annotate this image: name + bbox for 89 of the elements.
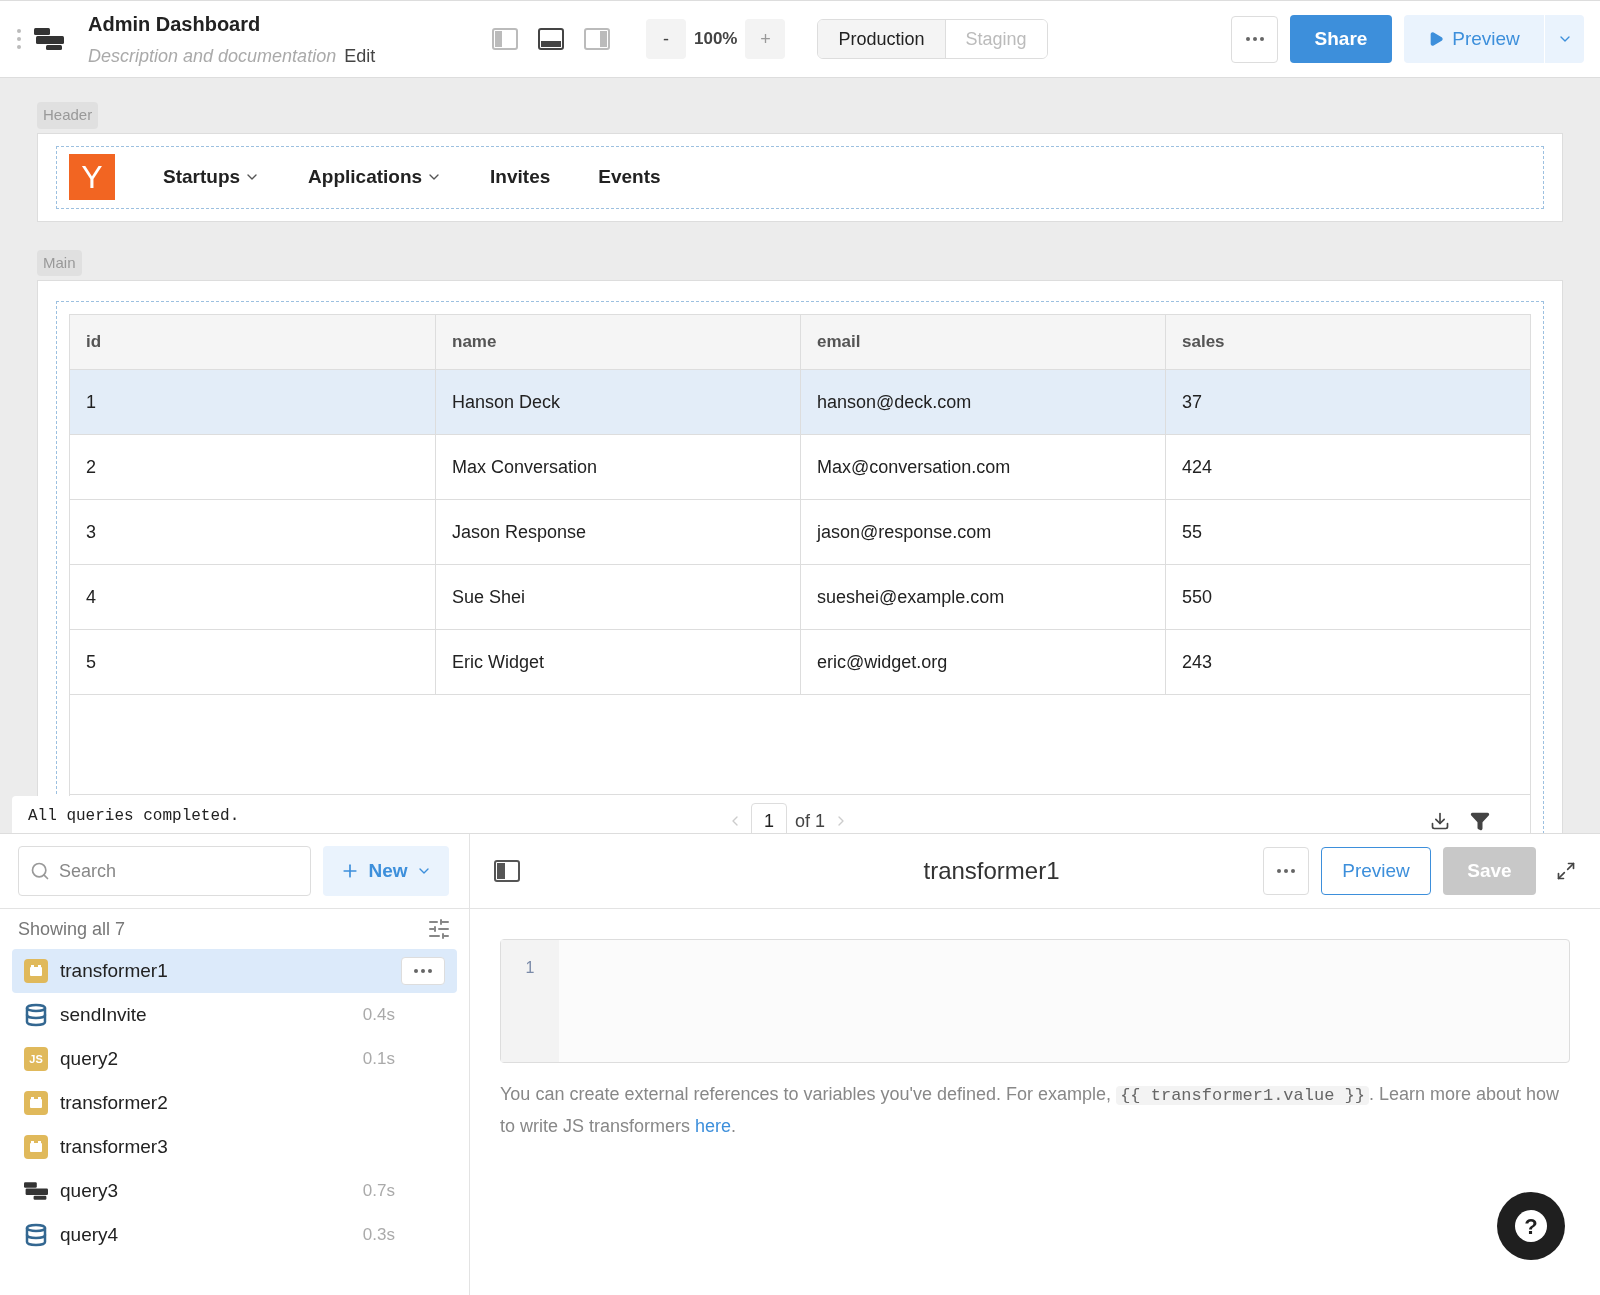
database-icon xyxy=(24,1003,48,1027)
app-title: Admin Dashboard xyxy=(88,11,262,37)
table-cell-text: 4 xyxy=(85,585,97,609)
query-name: query4 xyxy=(60,1222,120,1247)
help-text: You can create external references to variables you've defined. For example, {{ transformer1.value }} . Learn more about how to write JS transformers here. xyxy=(500,1083,1561,1138)
logo-badge: Y xyxy=(69,154,115,200)
query-time: 0.1s xyxy=(362,1048,395,1071)
query-menu-button[interactable] xyxy=(401,957,445,985)
query-item[interactable]: transformer1 xyxy=(12,949,457,993)
logo-icon xyxy=(24,1179,48,1203)
table-cell-text: 3 xyxy=(85,520,97,544)
nav-item[interactable]: Applications xyxy=(308,162,443,192)
query-item[interactable]: query4 0.3s xyxy=(12,1213,457,1257)
query-time: 0.3s xyxy=(362,1224,395,1247)
nav-item[interactable]: Events xyxy=(598,162,661,192)
query-count: Showing all 7 xyxy=(18,917,126,941)
column-header[interactable]: id xyxy=(70,315,435,369)
query-name: query2 xyxy=(60,1046,120,1071)
page-field[interactable]: 1 xyxy=(751,802,787,833)
more-icon xyxy=(414,969,432,973)
query-name: query3 xyxy=(60,1178,120,1203)
table-cell: 55 xyxy=(1165,500,1530,564)
edit-link[interactable]: Edit xyxy=(344,42,376,70)
play-icon xyxy=(1428,31,1445,47)
transformer-icon xyxy=(24,959,48,983)
environment-tab[interactable]: Production xyxy=(818,20,945,58)
table-cell-text: 2 xyxy=(85,455,97,479)
table-row[interactable]: 4 Sue Shei sueshei@example.com 550 xyxy=(70,565,1530,630)
query-item[interactable]: sendInvite 0.4s xyxy=(12,993,457,1037)
sidebar-toggle-icon[interactable] xyxy=(494,860,520,882)
zoom-level: 100% xyxy=(694,28,738,51)
database-icon xyxy=(24,1223,48,1247)
transformer-icon xyxy=(24,1135,48,1159)
query-item[interactable]: transformer3 xyxy=(12,1125,457,1169)
column-header[interactable]: email xyxy=(800,315,1165,369)
table-cell: 424 xyxy=(1165,435,1530,499)
zoom-out-button[interactable]: - xyxy=(646,19,686,59)
query-item[interactable]: JS query2 0.1s xyxy=(12,1037,457,1081)
query-item[interactable]: query3 0.7s xyxy=(12,1169,457,1213)
query-name: transformer3 xyxy=(60,1134,169,1159)
section-label: Main xyxy=(37,249,82,276)
table-row[interactable]: 1 Hanson Deck hanson@deck.com 37 xyxy=(70,370,1530,435)
table-cell: Sue Shei xyxy=(435,565,800,629)
table-cell: jason@response.com xyxy=(800,500,1165,564)
editor-title: transformer1 xyxy=(922,856,1061,886)
column-header[interactable]: name xyxy=(435,315,800,369)
table-cell: Jason Response xyxy=(435,500,800,564)
table-cell-text: 5 xyxy=(85,650,97,674)
logo-icon xyxy=(34,26,64,52)
js-icon: JS xyxy=(24,1047,48,1071)
help-button[interactable]: ? xyxy=(1497,1192,1565,1260)
drag-handle-icon xyxy=(16,28,22,50)
query-name: sendInvite xyxy=(60,1002,148,1027)
table-cell: Eric Widget xyxy=(435,630,800,694)
download-icon[interactable] xyxy=(1430,811,1450,831)
table-cell: 550 xyxy=(1165,565,1530,629)
table-cell: eric@widget.org xyxy=(800,630,1165,694)
section-label: Header xyxy=(37,102,99,129)
code-snippet: {{ transformer1.value }} xyxy=(1116,1086,1369,1105)
more-icon xyxy=(1277,869,1295,873)
table-cell: Hanson Deck xyxy=(435,370,800,434)
nav-item[interactable]: Invites xyxy=(490,162,551,192)
column-header[interactable]: sales xyxy=(1165,315,1530,369)
filter-settings-icon[interactable] xyxy=(427,917,451,941)
query-item[interactable]: transformer2 xyxy=(12,1081,457,1125)
table-cell: Max Conversation xyxy=(435,435,800,499)
table-row[interactable]: 3 Jason Response jason@response.com 55 xyxy=(70,500,1530,565)
search-field[interactable]: Search xyxy=(18,846,311,896)
page-count: of 1 xyxy=(795,809,826,833)
nav-item[interactable]: Startups xyxy=(163,162,261,192)
query-name: transformer1 xyxy=(60,958,169,983)
filter-icon[interactable] xyxy=(1470,811,1490,831)
help-link[interactable]: here xyxy=(695,1116,732,1136)
table-row[interactable]: 5 Eric Widget eric@widget.org 243 xyxy=(70,630,1530,695)
query-time: 0.4s xyxy=(362,1004,395,1027)
transformer-icon xyxy=(24,1091,48,1115)
more-icon xyxy=(1245,37,1264,41)
line-number: 1 xyxy=(525,958,535,978)
table-row[interactable]: 2 Max Conversation Max@conversation.com 424 xyxy=(70,435,1530,500)
query-time: 0.7s xyxy=(362,1180,395,1203)
search-icon xyxy=(30,861,50,881)
query-name: transformer2 xyxy=(60,1090,169,1115)
expand-icon[interactable] xyxy=(1556,861,1576,881)
table-cell: hanson@deck.com xyxy=(800,370,1165,434)
table-cell: Max@conversation.com xyxy=(800,435,1165,499)
table-cell: 243 xyxy=(1165,630,1530,694)
table-cell-text: 1 xyxy=(85,390,97,414)
table-cell: sueshei@example.com xyxy=(800,565,1165,629)
table-cell: 37 xyxy=(1165,370,1530,434)
